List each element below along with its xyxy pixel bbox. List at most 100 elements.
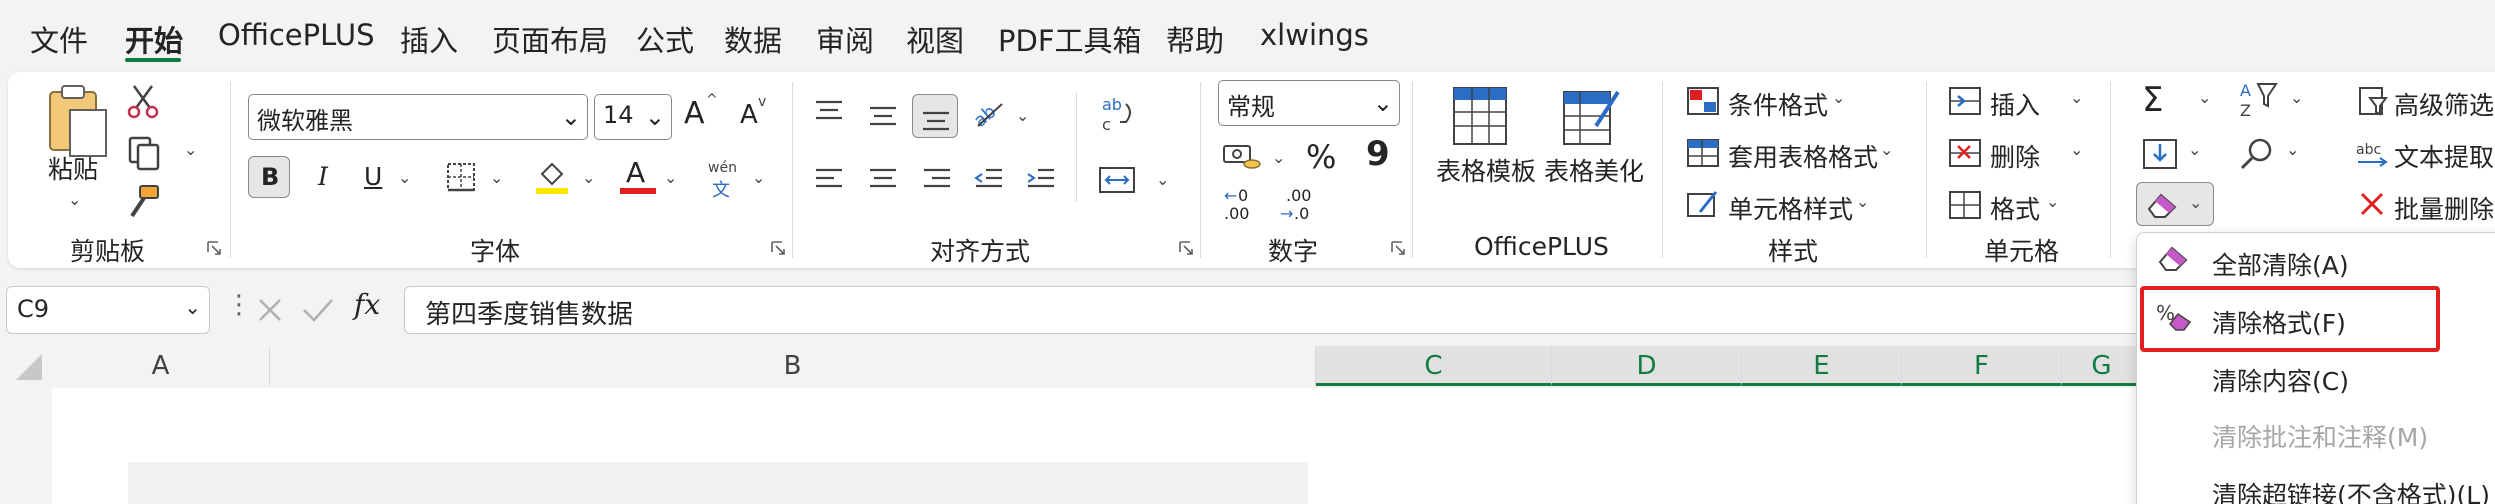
tab-view[interactable]: 视图 xyxy=(906,18,964,60)
column-header-g[interactable]: G xyxy=(2062,346,2142,386)
number-dialog-launcher-icon[interactable] xyxy=(1390,240,1406,256)
table-format-button[interactable]: 套用表格格式 xyxy=(1728,138,1878,174)
orientation-dropdown-chevron[interactable]: ⌄ xyxy=(1016,106,1029,125)
tab-help[interactable]: 帮助 xyxy=(1166,18,1224,60)
shrink-font-button[interactable]: A xyxy=(740,100,758,130)
paste-dropdown-chevron[interactable]: ⌄ xyxy=(68,190,81,209)
menu-item-clear-hyperlinks[interactable]: 清除超链接(不含格式)(L) xyxy=(2212,476,2490,504)
tab-pdf-tools[interactable]: PDF工具箱 xyxy=(998,18,1142,60)
clear-button[interactable]: ⌄ xyxy=(2136,182,2214,226)
underline-button[interactable]: U xyxy=(364,162,382,191)
phonetic-dropdown-chevron[interactable]: ⌄ xyxy=(752,168,765,187)
insert-cells-icon[interactable] xyxy=(1948,86,1982,116)
enter-check-icon[interactable] xyxy=(302,296,334,324)
insert-cells-button[interactable]: 插入 xyxy=(1990,86,2040,122)
select-all-corner[interactable] xyxy=(10,352,44,382)
decrease-indent-icon[interactable] xyxy=(974,166,1004,192)
more-options-icon[interactable]: ⋮ xyxy=(226,290,252,320)
column-header-b[interactable]: B xyxy=(270,346,1316,386)
merge-center-icon[interactable] xyxy=(1098,166,1136,194)
align-center-icon[interactable] xyxy=(868,166,898,192)
align-right-icon[interactable] xyxy=(922,166,952,192)
clipboard-dialog-launcher-icon[interactable] xyxy=(206,240,222,256)
copy-icon[interactable] xyxy=(126,136,162,172)
cell-style-icon[interactable] xyxy=(1686,190,1720,220)
insert-cells-chevron[interactable]: ⌄ xyxy=(2070,88,2083,107)
increase-decimal-button[interactable]: ← 0 .00 xyxy=(1224,186,1264,226)
format-painter-icon[interactable] xyxy=(126,184,162,220)
tab-file[interactable]: 文件 xyxy=(30,18,88,60)
conditional-format-button[interactable]: 条件格式 xyxy=(1728,86,1828,122)
insert-function-button[interactable]: fx xyxy=(354,288,380,321)
paste-icon[interactable] xyxy=(44,84,110,160)
conditional-format-chevron[interactable]: ⌄ xyxy=(1832,88,1845,107)
align-left-icon[interactable] xyxy=(814,166,844,192)
align-bottom-button[interactable] xyxy=(912,94,958,138)
alignment-dialog-launcher-icon[interactable] xyxy=(1178,240,1194,256)
font-color-dropdown-chevron[interactable]: ⌄ xyxy=(664,168,677,187)
underline-dropdown-chevron[interactable]: ⌄ xyxy=(398,168,411,187)
font-size-combo[interactable]: 14 ⌄ xyxy=(594,94,672,140)
batch-delete-button[interactable]: 批量删除 xyxy=(2394,190,2494,226)
merge-dropdown-chevron[interactable]: ⌄ xyxy=(1156,170,1169,189)
cancel-icon[interactable] xyxy=(256,296,284,324)
format-cells-chevron[interactable]: ⌄ xyxy=(2046,192,2059,211)
increase-indent-icon[interactable] xyxy=(1026,166,1056,192)
accounting-dropdown-chevron[interactable]: ⌄ xyxy=(1272,148,1285,167)
column-header-d[interactable]: D xyxy=(1552,346,1742,386)
italic-button[interactable]: I xyxy=(318,162,328,191)
column-header-e[interactable]: E xyxy=(1742,346,1902,386)
autosum-icon[interactable]: Σ xyxy=(2142,80,2163,120)
fill-down-chevron[interactable]: ⌄ xyxy=(2188,140,2201,159)
delete-cells-icon[interactable] xyxy=(1948,138,1982,168)
table-format-chevron[interactable]: ⌄ xyxy=(1880,140,1893,159)
borders-dropdown-chevron[interactable]: ⌄ xyxy=(490,168,503,187)
find-select-chevron[interactable]: ⌄ xyxy=(2286,140,2299,159)
conditional-format-icon[interactable] xyxy=(1686,86,1720,116)
tab-officeplus[interactable]: OfficePLUS xyxy=(218,18,374,52)
name-box[interactable]: C9 ⌄ xyxy=(6,286,210,334)
cell-style-button[interactable]: 单元格样式 xyxy=(1728,190,1853,226)
tab-review[interactable]: 审阅 xyxy=(816,18,874,60)
accounting-format-icon[interactable] xyxy=(1222,140,1262,174)
fill-down-icon[interactable] xyxy=(2142,138,2178,172)
wrap-text-icon[interactable]: abc xyxy=(1100,94,1136,138)
orientation-icon[interactable]: ab xyxy=(970,96,1006,132)
column-header-f[interactable]: F xyxy=(1902,346,2062,386)
advanced-filter-icon[interactable] xyxy=(2358,86,2388,116)
batch-delete-icon[interactable] xyxy=(2358,190,2386,218)
font-name-combo[interactable]: 微软雅黑 ⌄ xyxy=(248,94,588,140)
text-extract-button[interactable]: 文本提取 xyxy=(2394,138,2494,174)
table-template-button[interactable]: 表格模板 xyxy=(1436,152,1536,188)
tab-formulas[interactable]: 公式 xyxy=(636,18,694,60)
bold-button[interactable]: B xyxy=(248,156,290,198)
table-format-icon[interactable] xyxy=(1686,138,1720,168)
copy-dropdown-chevron[interactable]: ⌄ xyxy=(184,140,197,159)
phonetic-guide-top[interactable]: wén xyxy=(708,160,737,176)
grow-font-button[interactable]: A xyxy=(684,96,705,131)
autosum-chevron[interactable]: ⌄ xyxy=(2198,88,2211,107)
fill-color-icon[interactable] xyxy=(534,158,570,196)
paste-button-label[interactable]: 粘贴 xyxy=(48,150,98,186)
sort-filter-icon[interactable]: AZ xyxy=(2240,80,2280,120)
cell-range-shaded[interactable] xyxy=(128,462,1308,504)
advanced-filter-button[interactable]: 高级筛选 xyxy=(2394,86,2494,122)
menu-item-clear-contents[interactable]: 清除内容(C) xyxy=(2212,362,2349,398)
tab-page-layout[interactable]: 页面布局 xyxy=(492,18,608,60)
table-beautify-icon[interactable] xyxy=(1562,86,1622,148)
sort-filter-chevron[interactable]: ⌄ xyxy=(2290,88,2303,107)
delete-cells-button[interactable]: 删除 xyxy=(1990,138,2040,174)
font-dialog-launcher-icon[interactable] xyxy=(770,240,786,256)
phonetic-guide-bottom[interactable]: 文 xyxy=(712,176,730,202)
find-select-icon[interactable] xyxy=(2240,136,2276,172)
formula-input[interactable]: 第四季度销售数据 xyxy=(404,286,2144,334)
number-format-combo[interactable]: 常规 ⌄ xyxy=(1218,80,1400,126)
decrease-decimal-button[interactable]: .00 → .0 xyxy=(1280,186,1324,226)
format-cells-icon[interactable] xyxy=(1948,190,1982,220)
percent-style-button[interactable]: % xyxy=(1306,138,1336,176)
align-middle-icon[interactable] xyxy=(868,102,898,128)
format-cells-button[interactable]: 格式 xyxy=(1990,190,2040,226)
tab-data[interactable]: 数据 xyxy=(724,18,782,60)
align-top-icon[interactable] xyxy=(814,98,844,124)
font-color-button[interactable]: A xyxy=(620,156,656,196)
